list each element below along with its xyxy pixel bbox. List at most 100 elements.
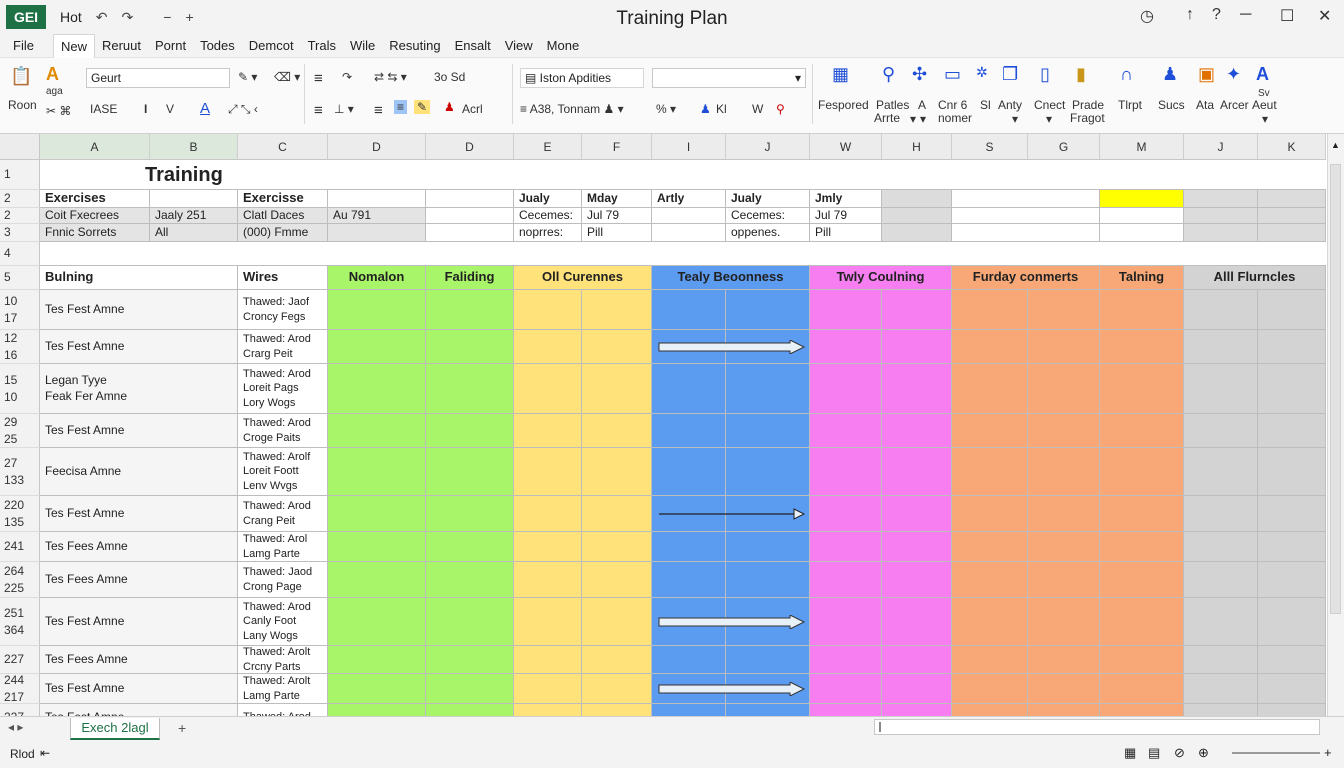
table-cell[interactable] <box>514 414 582 448</box>
table-cell[interactable] <box>1184 646 1258 674</box>
table-cell[interactable] <box>726 364 810 414</box>
info-cell-white[interactable] <box>952 224 1100 242</box>
info-cell-white-m[interactable] <box>1100 208 1184 224</box>
percent-icon[interactable]: % ▾ <box>656 102 676 116</box>
table-cell[interactable] <box>726 414 810 448</box>
table-cell[interactable] <box>726 448 810 496</box>
redo-icon[interactable]: ↷ <box>122 9 134 26</box>
row-header[interactable]: 227 <box>0 704 40 716</box>
table-row-name[interactable]: Tes Fest Amne <box>40 414 238 448</box>
row-header[interactable]: 220 135 <box>0 496 40 532</box>
info-cell-grey[interactable] <box>882 190 952 208</box>
table-row-wires[interactable]: Thawed: Arol Lamg Parte <box>238 532 328 562</box>
table-cell[interactable] <box>652 290 726 330</box>
info-cell-r2b-b[interactable]: Jaaly 251 <box>150 208 238 224</box>
row-header[interactable]: 241 <box>0 532 40 562</box>
close-icon[interactable]: ✕ <box>1318 6 1331 26</box>
normal-view-icon[interactable]: ▦ <box>1124 745 1136 761</box>
table-row-wires[interactable]: Thawed: Arolf Loreit Foott Lenv Wvgs <box>238 448 328 496</box>
row-header-1[interactable]: 1 <box>0 160 40 190</box>
table-cell[interactable] <box>1100 496 1184 532</box>
align-center-icon[interactable]: ≡ <box>314 102 323 119</box>
horizontal-scrollbar[interactable] <box>874 719 1320 735</box>
info-cell-r3-d[interactable] <box>328 224 426 242</box>
table-cell[interactable] <box>1028 330 1100 364</box>
column-header-e[interactable]: E <box>514 134 582 160</box>
table-row-wires[interactable]: Thawed: Arod Loreit Pags Lory Wogs <box>238 364 328 414</box>
ribbon-btn-aeut[interactable]: Aeut <box>1252 98 1277 112</box>
ribbon-btn-arcer[interactable]: Arcer <box>1220 98 1249 112</box>
row-header[interactable]: 27 133 <box>0 448 40 496</box>
table-cell[interactable] <box>952 598 1028 646</box>
table-row-wires[interactable]: Thawed: Arolt Lamg Parte <box>238 674 328 704</box>
column-header-i[interactable]: I <box>652 134 726 160</box>
row-header-4[interactable]: 4 <box>0 242 40 266</box>
table-cell[interactable] <box>514 562 582 598</box>
zoom-icon[interactable]: ⊕ <box>1198 745 1209 761</box>
group-header-nomalon[interactable]: Nomalon <box>328 266 426 290</box>
font-size-select[interactable]: IASE <box>90 102 117 116</box>
ribbon-btn-ata[interactable]: Ata <box>1196 98 1214 112</box>
rotate-icon[interactable]: ↷ <box>342 70 352 84</box>
table-cell[interactable] <box>1184 330 1258 364</box>
info-cell-r3-a[interactable]: Fnnic Sorrets <box>40 224 150 242</box>
info-cell-r2-w[interactable]: Jmly <box>810 190 882 208</box>
table-cell[interactable] <box>726 646 810 674</box>
info-cell-grey-j[interactable] <box>1184 224 1258 242</box>
person-blue-icon[interactable]: ♟ <box>700 102 711 116</box>
copy-icon[interactable]: ❐ <box>1002 64 1018 85</box>
info-cell-r2-c[interactable]: Exercisse <box>238 190 328 208</box>
ribbon-btn-anty[interactable]: Anty <box>998 98 1022 112</box>
table-row-name[interactable]: Tes Fees Amne <box>40 562 238 598</box>
table-cell[interactable] <box>652 562 726 598</box>
vertical-scrollbar[interactable]: ▲ <box>1327 134 1344 716</box>
ribbon-btn-a[interactable]: A <box>918 98 926 112</box>
table-cell[interactable] <box>810 364 882 414</box>
table-cell[interactable] <box>1258 562 1326 598</box>
table-row-wires[interactable]: Thawed: Arod <box>238 704 328 716</box>
info-cell-grey[interactable] <box>882 224 952 242</box>
font-color-a-icon[interactable]: A <box>46 64 59 85</box>
column-header-f[interactable]: F <box>582 134 652 160</box>
account-icon[interactable]: ◷ <box>1140 6 1154 26</box>
column-header-h[interactable]: H <box>882 134 952 160</box>
ribbon-btn-tlrpt[interactable]: Tlrpt <box>1118 98 1142 112</box>
table-cell[interactable] <box>1100 290 1184 330</box>
info-cell-white-m[interactable] <box>1100 224 1184 242</box>
table-cell[interactable] <box>1258 364 1326 414</box>
table-row-name[interactable]: Tes Fees Amne <box>40 646 238 674</box>
info-cell-r2-b[interactable] <box>150 190 238 208</box>
ribbon-btn-cnect[interactable]: Cnect <box>1034 98 1065 112</box>
minimize-icon[interactable]: ─ <box>1240 6 1251 24</box>
gear-icon[interactable]: ✲ <box>976 64 988 81</box>
table-cell[interactable] <box>810 496 882 532</box>
table-cell[interactable] <box>1184 704 1258 716</box>
font-color-icon[interactable]: A <box>200 100 210 117</box>
table-cell[interactable] <box>952 364 1028 414</box>
table-cell[interactable] <box>652 414 726 448</box>
blank-row-4[interactable] <box>40 242 1326 266</box>
table-row-name[interactable]: Tes Fest Amne <box>40 598 238 646</box>
info-cell-grey-k[interactable] <box>1258 224 1326 242</box>
table-cell[interactable] <box>514 330 582 364</box>
table-cell[interactable] <box>882 532 952 562</box>
sheet-title[interactable]: Training <box>40 160 1326 190</box>
table-cell[interactable] <box>882 496 952 532</box>
table-cell[interactable] <box>1258 704 1326 716</box>
table-cell[interactable] <box>1028 448 1100 496</box>
table-cell[interactable] <box>514 532 582 562</box>
table-cell[interactable] <box>726 704 810 716</box>
info-cell-r2-j[interactable]: Jualy <box>726 190 810 208</box>
group-header-furday-conmerts[interactable]: Furday conmerts <box>952 266 1100 290</box>
menu-pornt[interactable]: Pornt <box>148 34 193 58</box>
table-cell[interactable] <box>1100 532 1184 562</box>
chart-icon[interactable]: ▣ <box>1198 64 1215 85</box>
row-header-3[interactable]: 3 <box>0 224 40 242</box>
table-cell[interactable] <box>1028 290 1100 330</box>
help-icon[interactable]: ? <box>1212 6 1221 24</box>
table-row-name[interactable]: Tes Fest Amne <box>40 290 238 330</box>
table-cell[interactable] <box>810 330 882 364</box>
table-cell[interactable] <box>1258 448 1326 496</box>
indent-icon[interactable]: ⊥ ▾ <box>334 102 354 116</box>
table-cell[interactable] <box>952 496 1028 532</box>
